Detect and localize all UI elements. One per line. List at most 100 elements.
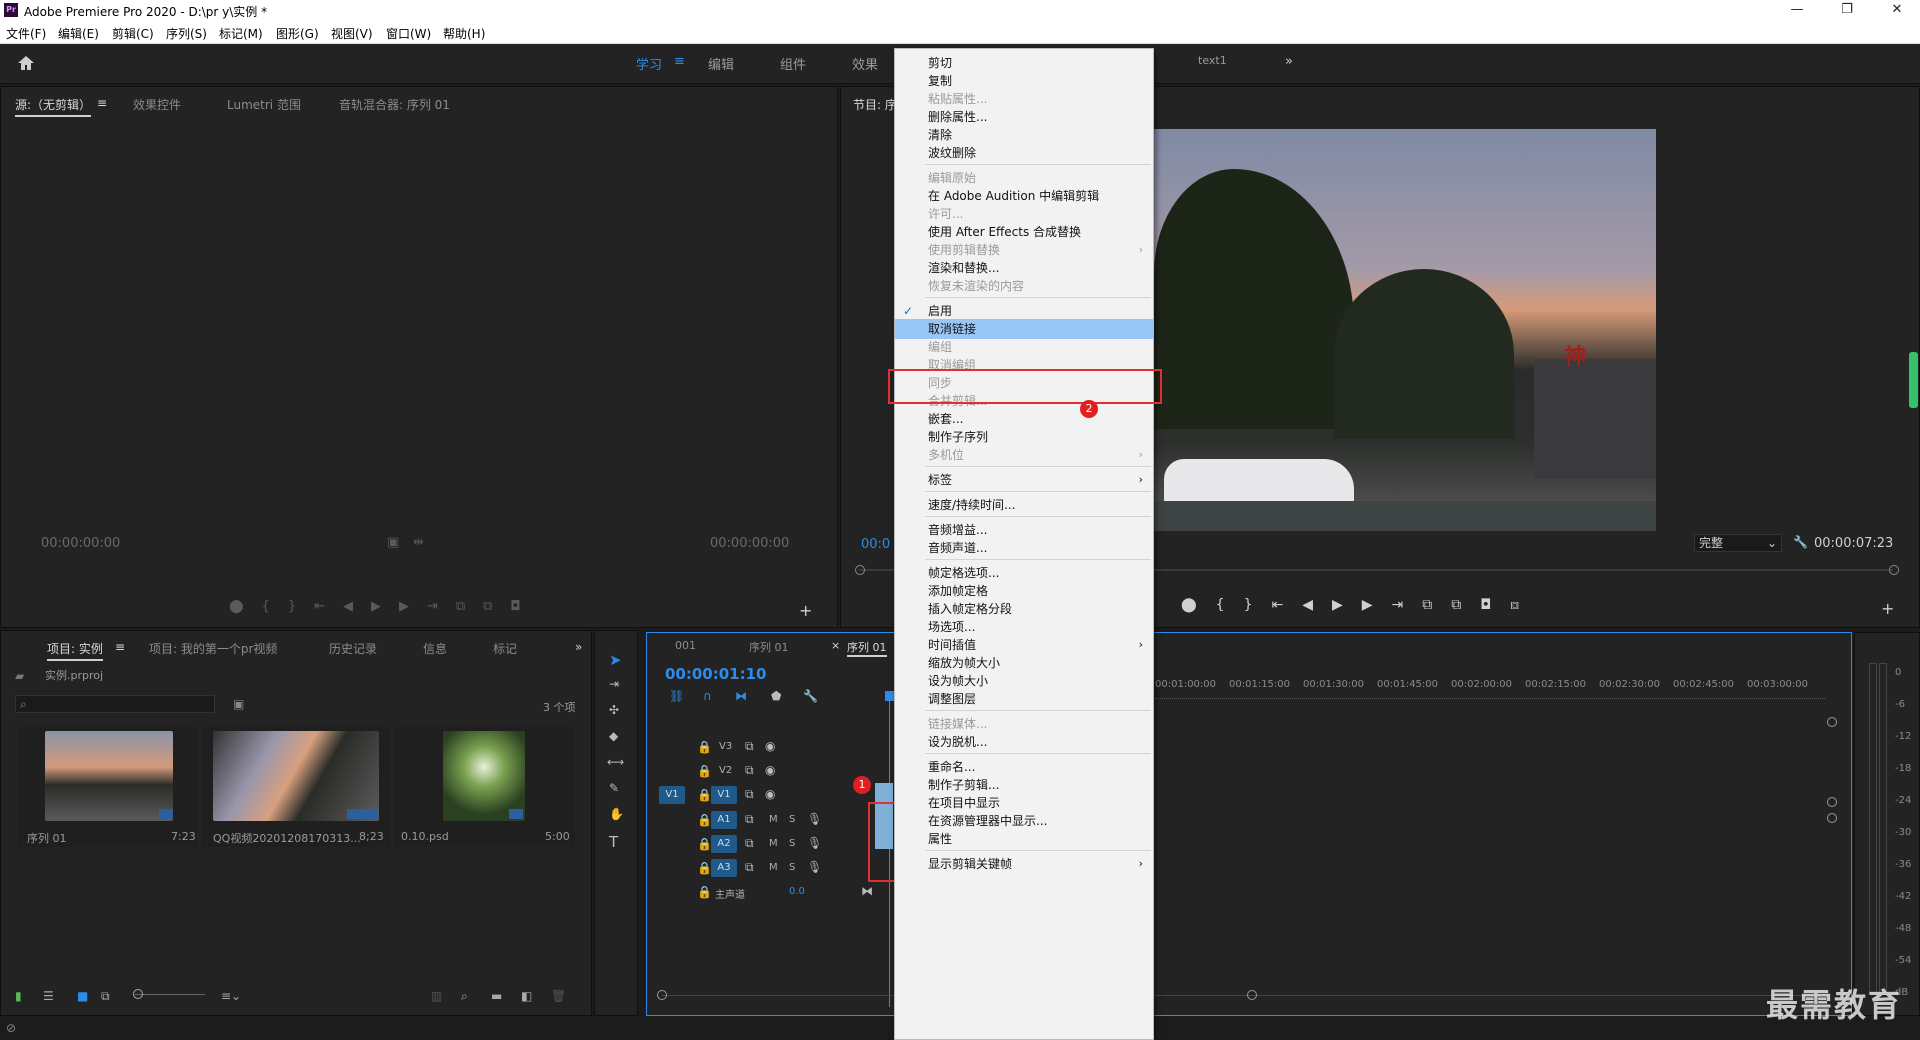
master-volume[interactable]: 0.0 (789, 886, 805, 897)
new-bin-icon[interactable]: ▣ (233, 697, 244, 711)
menu-edit[interactable]: 编辑(E) (58, 25, 99, 42)
context-menu-item[interactable]: 调整图层 (895, 689, 1153, 709)
list-view-icon[interactable]: ☰ (43, 989, 54, 1003)
scrubber-handle-right[interactable] (1889, 565, 1899, 575)
tab-project-2[interactable]: 项目: 我的第一个pr视频 (149, 640, 277, 657)
zoom-slider-handle[interactable] (133, 989, 143, 999)
hand-tool-icon[interactable]: ✋ (609, 807, 624, 821)
context-menu-item[interactable]: 帧定格选项... (895, 563, 1153, 583)
context-menu-item[interactable]: 显示剪辑关键帧 › (895, 854, 1153, 874)
tab-lumetri-scopes[interactable]: Lumetri 范围 (227, 96, 301, 113)
go-to-edit-icon[interactable]: ⧓ (861, 884, 873, 898)
sort-icon[interactable]: ≡⌄ (221, 989, 241, 1003)
snap-insert-icon[interactable]: ⛓ (669, 689, 684, 703)
context-menu-item[interactable]: 制作子序列 (895, 427, 1153, 447)
vscroll-handle-mid[interactable] (1827, 797, 1837, 807)
menu-view[interactable]: 视图(V) (331, 25, 373, 42)
track-select-tool-icon[interactable]: ⇥ (609, 677, 619, 691)
find-icon[interactable]: ⌕ (461, 989, 468, 1004)
context-menu-item[interactable]: 添加帧定格 (895, 581, 1153, 601)
context-menu-item[interactable]: 制作子剪辑... (895, 775, 1153, 795)
new-folder-icon[interactable]: ▬ (491, 989, 502, 1003)
context-menu-item[interactable]: 渲染和替换... (895, 258, 1153, 278)
menu-window[interactable]: 窗口(W) (386, 25, 431, 42)
selection-tool-icon[interactable]: ➤ (609, 651, 622, 669)
context-menu-item[interactable]: 波纹删除 (895, 143, 1153, 163)
magnet-icon[interactable]: ∩ (703, 689, 712, 703)
menu-marker[interactable]: 标记(M) (219, 25, 263, 42)
tab-project[interactable]: 项目: 实例 (47, 640, 103, 661)
workspace-effects[interactable]: 效果 (852, 54, 878, 73)
tab-markers[interactable]: 标记 (493, 640, 517, 657)
tab-source-menu-icon[interactable]: ≡ (97, 96, 107, 110)
pen-tool-icon[interactable]: ✎ (609, 781, 619, 795)
scrubber-handle-left[interactable] (855, 565, 865, 575)
workspace-assembly[interactable]: 组件 (780, 54, 806, 73)
context-menu-item[interactable]: 使用 After Effects 合成替换 (895, 222, 1153, 242)
timeline-timecode[interactable]: 00:00:01:10 (665, 665, 767, 683)
icon-view-icon[interactable]: ■ (77, 989, 88, 1003)
program-transport-controls[interactable]: ⬤{}⇤◀▶▶⇥⧉⧉◘⧈ (1181, 597, 1538, 613)
menu-help[interactable]: 帮助(H) (443, 25, 485, 42)
context-menu-item[interactable]: 在资源管理器中显示... (895, 811, 1153, 831)
sync-lock-icon[interactable]: ⧉ (745, 739, 754, 754)
context-menu-item[interactable]: 在项目中显示 (895, 793, 1153, 813)
eye-icon[interactable]: ◉ (765, 787, 775, 801)
slip-tool-icon[interactable]: ⟷ (607, 755, 624, 769)
tab-audio-mixer[interactable]: 音轨混合器: 序列 01 (339, 96, 450, 113)
lock-icon[interactable]: 🔒 (697, 813, 712, 827)
track-label[interactable]: A2 (711, 835, 737, 853)
zoom-slider[interactable] (135, 994, 205, 995)
context-menu-item[interactable]: 属性 (895, 829, 1153, 849)
eye-icon[interactable]: ◉ (765, 763, 775, 777)
solo-button[interactable]: S (789, 862, 795, 873)
add-button-icon[interactable]: + (799, 601, 812, 620)
sync-lock-icon[interactable]: ⧉ (745, 787, 754, 802)
workspace-menu-icon[interactable]: ≡ (674, 54, 685, 69)
project-more-icon[interactable]: » (575, 640, 582, 654)
workspace-edit[interactable]: 编辑 (708, 54, 734, 73)
sync-lock-icon[interactable]: ⧉ (745, 860, 754, 875)
track-label[interactable]: V1 (711, 786, 737, 804)
hscroll-handle-right[interactable] (1247, 990, 1257, 1000)
workspace-learn[interactable]: 学习 (636, 54, 662, 73)
microphone-icon[interactable]: 🎙 (807, 812, 822, 826)
context-menu-item[interactable]: 速度/持续时间... (895, 495, 1153, 515)
context-menu-item[interactable]: 删除属性... (895, 107, 1153, 127)
program-video-frame[interactable]: 神 (1154, 129, 1656, 531)
minimize-button[interactable]: — (1774, 0, 1820, 22)
workspace-text1[interactable]: text1 (1198, 54, 1227, 67)
context-menu-item[interactable]: 在 Adobe Audition 中编辑剪辑 (895, 186, 1153, 206)
context-menu-item[interactable]: 启用 ✓ (895, 301, 1153, 321)
menu-file[interactable]: 文件(F) (6, 25, 46, 42)
timeline-wrench-icon[interactable]: 🔧 (803, 689, 818, 703)
context-menu-item[interactable]: 音频声道... (895, 538, 1153, 558)
quality-select[interactable]: 完整 ⌄ (1694, 534, 1782, 552)
automate-icon[interactable]: ▥ (431, 989, 442, 1003)
mute-button[interactable]: M (769, 838, 778, 849)
context-menu-item[interactable]: 场选项... (895, 617, 1153, 637)
context-menu-item[interactable]: 标签 › (895, 470, 1153, 490)
context-menu-item[interactable]: 设为帧大小 (895, 671, 1153, 691)
timeline-tab-seq01-active[interactable]: 序列 01 (847, 639, 887, 657)
context-menu-item[interactable]: 取消链接 (895, 319, 1153, 339)
mute-button[interactable]: M (769, 862, 778, 873)
lock-icon[interactable]: 🔒 (697, 764, 712, 778)
context-menu-item[interactable]: 嵌套... (895, 409, 1153, 429)
context-menu-item[interactable]: 清除 (895, 125, 1153, 145)
lock-icon[interactable]: 🔒 (697, 861, 712, 875)
new-item-icon[interactable]: ◧ (521, 989, 532, 1003)
project-search-input[interactable]: ⌕ (15, 695, 215, 713)
horizontal-scrollbar[interactable] (661, 995, 1821, 996)
home-icon[interactable] (16, 54, 36, 72)
menu-sequence[interactable]: 序列(S) (166, 25, 207, 42)
program-add-button-icon[interactable]: + (1881, 599, 1894, 618)
menu-clip[interactable]: 剪辑(C) (112, 25, 154, 42)
sync-lock-icon[interactable]: ⧉ (745, 836, 754, 851)
sync-lock-icon[interactable]: ⧉ (745, 763, 754, 778)
lock-icon[interactable]: 🔒 (697, 837, 712, 851)
context-menu-item[interactable]: 设为脱机... (895, 732, 1153, 752)
project-item[interactable]: 序列 01 7:23 (17, 727, 197, 847)
timeline-tab-001[interactable]: 001 (675, 639, 696, 652)
lock-icon[interactable]: 🔒 (697, 788, 712, 802)
